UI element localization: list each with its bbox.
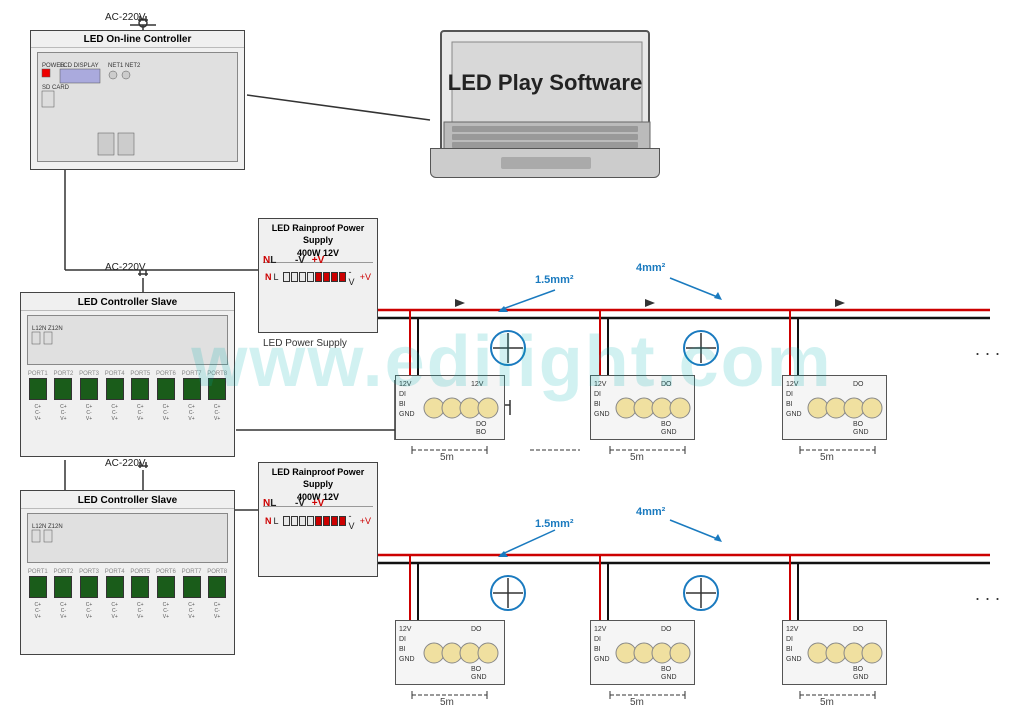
svg-text:12V: 12V	[594, 626, 607, 633]
slave2-label: LED Controller Slave	[21, 491, 234, 509]
led-module-1-bottom: 12V DI BI GND DO BO GND	[395, 620, 505, 685]
svg-text:DI: DI	[786, 636, 793, 643]
slave-controller-2: LED Controller Slave L12N Z12N PORT1 POR…	[20, 490, 235, 655]
svg-text:. . .: . . .	[975, 339, 1000, 359]
svg-text:GND: GND	[594, 411, 610, 418]
svg-text:DO: DO	[853, 626, 864, 633]
ps2-nl-label: NL -V +V	[263, 498, 324, 509]
svg-text:. . .: . . .	[975, 584, 1000, 604]
svg-text:BI: BI	[786, 646, 793, 653]
svg-text:12V: 12V	[399, 381, 412, 388]
led-module-3-bottom: 12V DI BI GND DO BO GND	[782, 620, 887, 685]
svg-text:GND: GND	[853, 429, 869, 436]
svg-text:BI: BI	[594, 401, 601, 408]
ac-label-slave1: AC-220V	[105, 262, 146, 273]
svg-text:BO: BO	[476, 429, 487, 436]
dist-1: 5m	[440, 452, 454, 463]
svg-text:GND: GND	[399, 656, 415, 663]
svg-text:BO: BO	[853, 666, 864, 673]
svg-text:GND: GND	[786, 656, 802, 663]
svg-text:SD CARD: SD CARD	[42, 85, 70, 91]
svg-text:GND: GND	[661, 674, 677, 681]
wire-label-thin-bottom: 1.5mm²	[535, 518, 574, 530]
led-module-1-top: 12V DI BI GND 12V DO BO	[395, 375, 505, 440]
svg-text:GND: GND	[853, 674, 869, 681]
wire-label-thin-top: 1.5mm²	[535, 274, 574, 286]
slave1-label: LED Controller Slave	[21, 293, 234, 311]
power-supply-1: LED Rainproof Power Supply 400W 12V N L …	[258, 218, 378, 333]
svg-text:GND: GND	[399, 411, 415, 418]
svg-text:DO: DO	[471, 626, 482, 633]
svg-text:12V: 12V	[786, 381, 799, 388]
svg-text:BO: BO	[853, 421, 864, 428]
svg-text:DI: DI	[786, 391, 793, 398]
svg-text:L12N Z12N: L12N Z12N	[32, 524, 63, 530]
svg-text:DO: DO	[661, 626, 672, 633]
svg-text:BO: BO	[471, 666, 482, 673]
led-module-3-top: 12V DI BI GND DO BO GND	[782, 375, 887, 440]
connector-1-top	[490, 330, 526, 366]
svg-text:DO: DO	[476, 421, 487, 428]
svg-text:NET1 NET2: NET1 NET2	[108, 63, 141, 69]
svg-text:DI: DI	[594, 391, 601, 398]
power-supply-2: LED Rainproof Power Supply 400W 12V N L …	[258, 462, 378, 577]
svg-text:DO: DO	[853, 381, 864, 388]
svg-text:BI: BI	[594, 646, 601, 653]
svg-text:GND: GND	[471, 674, 487, 681]
svg-text:12V: 12V	[786, 626, 799, 633]
svg-text:DI: DI	[399, 391, 406, 398]
dist-2: 5m	[630, 452, 644, 463]
svg-text:BI: BI	[399, 401, 406, 408]
svg-text:GND: GND	[786, 411, 802, 418]
svg-text:LCD DISPLAY: LCD DISPLAY	[60, 63, 99, 69]
laptop-keyboard-area	[430, 148, 660, 178]
dist-3: 5m	[820, 452, 834, 463]
connector-1-bottom	[490, 575, 526, 611]
svg-text:12V: 12V	[399, 626, 412, 633]
svg-text:BI: BI	[786, 401, 793, 408]
svg-text:L12N Z12N: L12N Z12N	[32, 326, 63, 332]
svg-text:12V: 12V	[471, 381, 484, 388]
ps1-label: LED Rainproof Power Supply	[259, 219, 377, 248]
main-controller: LED On-line Controller POWER LCD DISPLAY…	[30, 30, 245, 170]
dist-6: 5m	[820, 697, 834, 708]
connector-2-top	[683, 330, 719, 366]
ac-label-main: AC-220V	[105, 12, 146, 23]
dist-5: 5m	[630, 697, 644, 708]
svg-text:DI: DI	[399, 636, 406, 643]
dist-4: 5m	[440, 697, 454, 708]
svg-text:BO: BO	[661, 666, 672, 673]
svg-text:GND: GND	[661, 429, 677, 436]
svg-text:BO: BO	[661, 421, 672, 428]
led-module-2-top: 12V DI BI GND DO BO GND	[590, 375, 695, 440]
svg-text:GND: GND	[594, 656, 610, 663]
wire-label-thick-bottom: 4mm²	[636, 506, 665, 518]
led-power-supply-label-1: LED Power Supply	[263, 338, 347, 349]
laptop	[430, 30, 660, 190]
ps2-label: LED Rainproof Power Supply	[259, 463, 377, 492]
svg-text:BI: BI	[399, 646, 406, 653]
slave-controller-1: LED Controller Slave L12N Z12N PORT1 POR…	[20, 292, 235, 457]
ac-label-slave2: AC-220V	[105, 458, 146, 469]
svg-text:DI: DI	[594, 636, 601, 643]
ps1-nl-label: NL -V +V	[263, 255, 324, 266]
wire-label-thick-top: 4mm²	[636, 262, 665, 274]
svg-text:12V: 12V	[594, 381, 607, 388]
laptop-screen	[440, 30, 650, 150]
main-controller-label: LED On-line Controller	[31, 31, 244, 48]
led-module-2-bottom: 12V DI BI GND DO BO GND	[590, 620, 695, 685]
svg-text:DO: DO	[661, 381, 672, 388]
diagram-container: www.edilight.com	[0, 0, 1024, 724]
connector-2-bottom	[683, 575, 719, 611]
